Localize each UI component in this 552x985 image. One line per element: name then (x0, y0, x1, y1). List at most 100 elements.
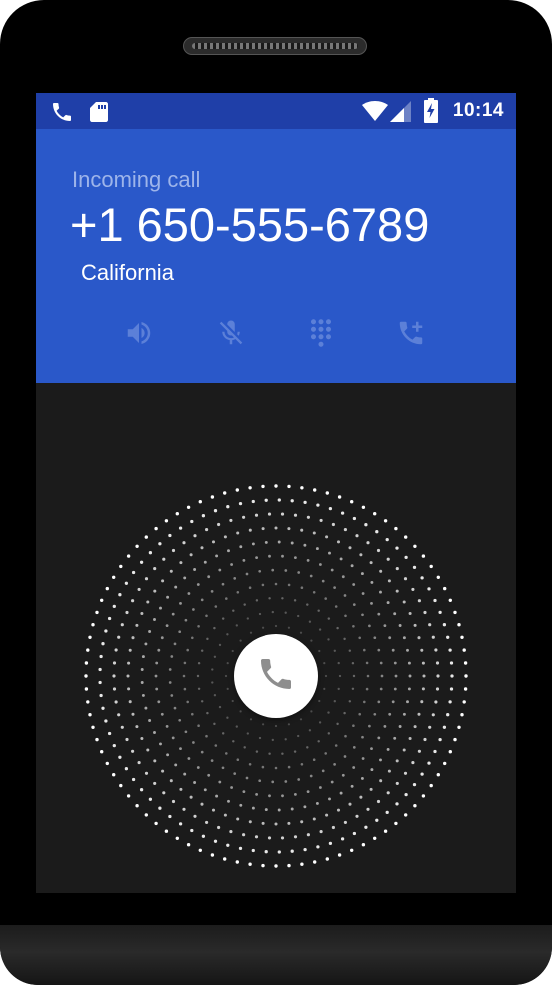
ripple-dot (217, 522, 221, 527)
ripple-dot (312, 531, 316, 535)
ripple-dot (413, 725, 417, 729)
ripple-dot (303, 500, 307, 505)
ripple-dot (330, 568, 334, 572)
ripple-dot (268, 597, 271, 600)
ripple-dot (328, 551, 331, 555)
ripple-dot (328, 506, 333, 511)
ripple-dot (325, 813, 329, 817)
ripple-dot (191, 636, 194, 640)
ripple-dot (99, 693, 103, 698)
ripple-dot (243, 603, 246, 606)
ripple-dot (112, 687, 117, 691)
ripple-dot (376, 799, 381, 804)
ripple-dot (135, 623, 139, 627)
ripple-dot (197, 661, 201, 665)
ripple-dot (293, 750, 297, 753)
ripple-dot (236, 531, 240, 535)
speaker-grill (192, 43, 358, 49)
ripple-dot (355, 534, 359, 538)
screen: 10:14 Incoming call +1 650-555-6789 Cali… (36, 93, 516, 893)
ripple-dot (379, 758, 382, 762)
ripple-dot (248, 586, 252, 589)
ripple-dot (365, 687, 369, 691)
ripple-dot (261, 863, 265, 868)
ripple-dot (277, 498, 281, 502)
ripple-dot (154, 674, 158, 678)
ripple-dot (398, 624, 402, 627)
ripple-dot (226, 505, 230, 509)
cell-signal-icon (390, 101, 412, 126)
ripple-dot (364, 825, 368, 829)
ripple-dot (135, 804, 139, 808)
ripple-dot (267, 836, 272, 840)
ripple-dot (338, 674, 342, 678)
ripple-dot (235, 488, 239, 492)
ripple-dot (226, 633, 229, 636)
ripple-dot (333, 649, 336, 652)
ripple-dot (139, 788, 144, 792)
ripple-dot (117, 713, 121, 717)
ripple-dot (379, 590, 382, 594)
ripple-dot (443, 761, 447, 766)
ripple-dot (186, 843, 191, 847)
ripple-dot (207, 575, 211, 579)
add-call-icon[interactable] (396, 318, 426, 348)
ripple-dot (417, 712, 421, 716)
ripple-dot (215, 794, 219, 798)
ripple-dot (251, 542, 255, 546)
ripple-dot (306, 603, 309, 606)
mute-mic-icon[interactable] (216, 318, 246, 348)
ripple-dot (160, 712, 164, 716)
ripple-dot (287, 484, 291, 489)
ripple-dot (361, 843, 366, 847)
ripple-dot (104, 629, 108, 633)
ripple-dot (224, 674, 228, 678)
ripple-dot (370, 601, 373, 605)
ripple-dot (352, 583, 356, 586)
ripple-dot (221, 617, 225, 620)
ripple-dot (120, 623, 124, 627)
ripple-dot (178, 718, 182, 722)
ripple-dot (186, 505, 191, 509)
ripple-dot (148, 797, 153, 801)
ripple-dot (395, 589, 399, 593)
ripple-dot (344, 614, 347, 618)
ripple-dot (214, 744, 218, 747)
ripple-dot (287, 765, 291, 769)
ripple-dot (281, 794, 284, 798)
ripple-dot (408, 611, 412, 616)
ripple-dot (287, 583, 291, 587)
ripple-dot (141, 693, 145, 697)
ripple-dot (297, 778, 301, 781)
ripple-dot (393, 687, 397, 691)
ripple-dot (408, 736, 412, 741)
ripple-dot (323, 661, 326, 665)
ripple-dot (404, 535, 408, 539)
ripple-dot (334, 605, 338, 608)
ripple-dot (255, 599, 259, 602)
ripple-dot (403, 577, 408, 581)
ripple-dot (166, 753, 170, 757)
ripple-dot (153, 567, 157, 571)
ripple-dot (239, 710, 242, 713)
ripple-dot (423, 610, 427, 615)
ripple-dot (420, 576, 424, 580)
ripple-dot (395, 802, 399, 806)
ripple-dot (300, 528, 304, 532)
ripple-dot (446, 713, 450, 717)
ripple-dot (233, 577, 237, 580)
ripple-dot (157, 700, 161, 704)
dialpad-icon[interactable] (306, 318, 336, 348)
ripple-dot (114, 700, 118, 704)
ripple-dot (366, 541, 370, 545)
ripple-dot (186, 648, 189, 652)
answer-call-button[interactable] (234, 634, 318, 718)
ripple-dot (225, 752, 228, 755)
ripple-dot (179, 561, 183, 565)
ripple-dot (361, 592, 365, 595)
ripple-dot (290, 807, 294, 811)
ripple-dot (350, 848, 354, 852)
speaker-icon[interactable] (124, 318, 154, 348)
ripple-dot (146, 748, 150, 752)
ripple-dot (318, 628, 322, 631)
